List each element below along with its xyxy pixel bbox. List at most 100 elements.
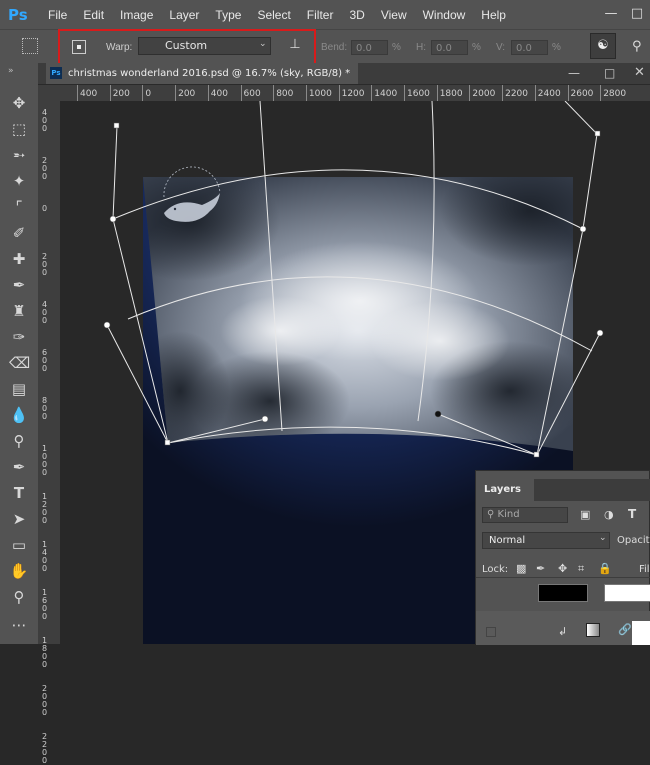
v-unit: % [552,42,561,53]
h-label: H: [416,42,426,53]
ruler-top-tick: 0 [145,89,152,99]
more-tools-icon[interactable]: ⋯ [9,615,29,635]
visibility-toggle[interactable] [486,627,496,637]
menu-file[interactable]: File [48,8,67,22]
lock-position-icon[interactable]: ✥ [558,562,567,575]
gradient-tool-icon[interactable]: ▤ [9,379,29,399]
collapse-icon[interactable]: » [8,66,14,76]
ruler-tick-line [142,85,144,101]
ruler-top-tick: 200 [112,89,130,99]
blend-mode-select[interactable]: Normal [482,532,610,549]
eyedropper-tool-icon[interactable]: ✐ [9,223,29,243]
menu-type[interactable]: Type [215,8,241,22]
lock-transparency-icon[interactable]: ▩ [516,562,526,575]
move-tool-icon[interactable]: ✥ [9,93,29,113]
zoom-tool-icon[interactable]: ⚲ [9,587,29,607]
ruler-tick-line [240,85,242,101]
menu-3d[interactable]: 3D [349,8,364,22]
brush-tool-icon[interactable]: ✒ [9,275,29,295]
search-icon: ⚲ [487,509,495,520]
layer-filter-kind[interactable]: ⚲ Kind [482,507,568,523]
ruler-top-tick: 1400 [374,89,398,99]
v-label: V: [496,42,506,53]
gradient-thumbnail[interactable] [586,623,600,637]
eraser-tool-icon[interactable]: ⌫ [9,353,30,373]
h-input[interactable]: 0.0 [431,40,468,55]
clip-arrow-icon: ↲ [558,625,568,638]
sky-layer [143,177,573,451]
ruler-top-tick: 2800 [603,89,627,99]
pen-tool-icon[interactable]: ✒ [9,457,29,477]
ruler-top-tick: 2600 [570,89,594,99]
ruler-top-tick: 800 [276,89,294,99]
ruler-top-tick: 600 [243,89,261,99]
ruler-left-tick: 0 [42,204,48,213]
ruler-tick-line [305,85,307,101]
kind-label: Kind [497,509,520,520]
crop-tool-icon[interactable]: ⌜ [9,197,29,217]
ruler-tick-line [371,85,373,101]
ruler-top-tick: 400 [210,89,228,99]
menu-view[interactable]: View [381,8,407,22]
bend-input[interactable]: 0.0 [351,40,388,55]
magic-wand-tool-icon[interactable]: ✦ [9,171,29,191]
ruler-left-tick: 800 [42,396,48,421]
lock-all-icon[interactable]: 🔒 [598,562,612,575]
clone-stamp-tool-icon[interactable]: ♜ [9,301,29,321]
ruler-tick-line [469,85,471,101]
bend-unit: % [392,42,401,53]
marquee-tool-icon[interactable]: ⬚ [9,119,29,139]
ps-file-icon: Ps [50,67,62,79]
link-icon[interactable]: 🔗 [618,623,632,636]
menu-image[interactable]: Image [120,8,153,22]
menu-help[interactable]: Help [481,8,506,22]
ruler-top-tick: 1600 [407,89,430,99]
lasso-tool-icon[interactable]: ➵ [9,145,29,165]
type-filter-icon[interactable]: T [628,507,636,521]
tab-layers[interactable]: Layers [476,479,534,501]
ruler-left-tick: 2000 [42,684,48,717]
history-brush-tool-icon[interactable]: ✑ [9,327,29,347]
layer-mask-thumbnail-2[interactable] [632,621,650,645]
ruler-top-tick: 200 [178,89,196,99]
menu-filter[interactable]: Filter [307,8,334,22]
type-tool-icon[interactable]: T [9,483,29,503]
v-input[interactable]: 0.0 [511,40,548,55]
document-tab[interactable]: Ps christmas wonderland 2016.psd @ 16.7%… [46,63,359,84]
doc-restore-icon[interactable]: □ [604,66,615,80]
dodge-tool-icon[interactable]: ⚲ [9,431,29,451]
menu-window[interactable]: Window [423,8,466,22]
healing-brush-tool-icon[interactable]: ✚ [9,249,29,269]
ruler-left-tick: 1200 [42,492,48,525]
layer-mask-thumbnail[interactable] [604,584,650,602]
transform-tool-icon[interactable] [22,38,38,54]
lock-pixels-icon[interactable]: ✒ [536,562,545,575]
fill-label: Fill [639,564,650,575]
adjustment-filter-icon[interactable]: ◑ [604,508,614,521]
ruler-top-tick: 2200 [505,89,528,99]
ruler-left-tick: 1600 [42,588,48,621]
maximize-icon[interactable]: □ [626,5,648,23]
image-filter-icon[interactable]: ▣ [580,508,590,521]
lock-artboard-icon[interactable]: ⌗ [578,562,584,576]
layers-panel: Layers ⚲ Kind ▣ ◑ T Normal ⌄ Opacity Loc… [475,470,650,645]
bend-label: Bend: [321,42,348,53]
close-icon[interactable]: ✕ [634,65,645,80]
menu-select[interactable]: Select [257,8,290,22]
ruler-top-tick: 2000 [472,89,496,99]
puppet-warp-toggle-icon[interactable]: ☯ [590,33,616,59]
hand-tool-icon[interactable]: ✋ [9,561,29,581]
blur-tool-icon[interactable]: 💧 [9,405,29,425]
ruler-tick-line [207,85,209,101]
ruler-top-tick: 2400 [537,89,561,99]
menu-edit[interactable]: Edit [83,8,104,22]
menu-layer[interactable]: Layer [169,8,199,22]
doc-minimize-icon[interactable]: — [568,66,580,80]
document-tab-bar: Ps christmas wonderland 2016.psd @ 16.7%… [38,63,650,85]
path-selection-tool-icon[interactable]: ➤ [9,509,29,529]
minimize-icon[interactable]: — [600,5,622,23]
ruler-left-tick: 400 [42,300,48,325]
rectangle-tool-icon[interactable]: ▭ [9,535,29,555]
layer-thumbnail-black[interactable] [538,584,588,602]
search-icon[interactable]: ⚲ [632,38,650,56]
